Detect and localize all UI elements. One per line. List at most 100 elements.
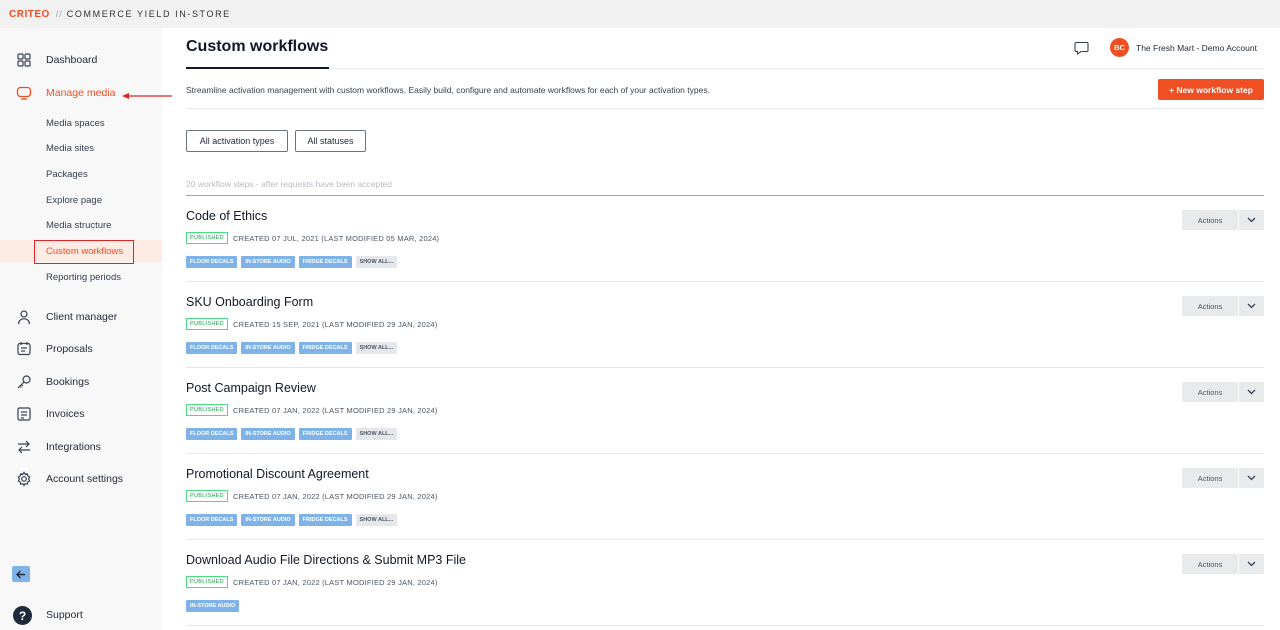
page-title: Custom workflows (186, 38, 329, 55)
tag-list: FLOOR DECALS IN-STORE AUDIO FRIDGE DECAL… (186, 514, 398, 526)
annotation-highlight-box (34, 240, 134, 264)
status-badge: PUBLISHED (186, 404, 228, 416)
sidebar-subitem-media-spaces[interactable]: Media spaces (0, 112, 162, 134)
sidebar-subitem-packages[interactable]: Packages (0, 163, 162, 185)
brand-logo[interactable]: CRITEO (9, 9, 50, 20)
sidebar-item-account-settings[interactable]: Account settings (0, 466, 162, 492)
sidebar-subitem-explore-page[interactable]: Explore page (0, 189, 162, 211)
activation-tag: IN-STORE AUDIO (241, 342, 295, 354)
page-description: Streamline activation management with cu… (186, 85, 710, 95)
annotation-arrow-icon (122, 93, 172, 99)
sidebar-item-label: Integrations (46, 441, 101, 453)
actions-label: Actions (1197, 387, 1223, 397)
sidebar-item-client-manager[interactable]: Client manager (0, 304, 162, 330)
actions-label: Actions (1197, 473, 1223, 483)
activation-tag: IN-STORE AUDIO (241, 514, 295, 526)
new-workflow-step-button[interactable]: + New workflow step (1158, 79, 1264, 100)
show-all-tags-button[interactable]: SHOW ALL... (355, 256, 398, 268)
help-icon[interactable]: ? (13, 606, 32, 625)
sidebar: Dashboard Manage media Media spaces Medi… (0, 28, 172, 630)
workflow-title[interactable]: Post Campaign Review (186, 381, 316, 395)
status-badge: PUBLISHED (186, 318, 228, 330)
actions-dropdown[interactable]: Actions (1182, 382, 1264, 402)
workflow-meta: CREATED 07 JAN, 2022 (LAST MODIFIED 29 J… (233, 492, 438, 501)
top-bar: CRITEO // COMMERCE YIELD IN-STORE (0, 0, 1280, 28)
activation-tag: FLOOR DECALS (186, 514, 238, 526)
sidebar-subitem-label: Media sites (46, 142, 95, 154)
workflow-row: Code of Ethics PUBLISHED CREATED 07 JUL,… (186, 196, 1264, 282)
sidebar-item-label: Invoices (46, 408, 85, 420)
workflow-title[interactable]: Promotional Discount Agreement (186, 467, 369, 481)
grid-icon (17, 53, 31, 67)
actions-label: Actions (1197, 559, 1223, 569)
sidebar-item-label: Account settings (46, 473, 124, 485)
activation-tag: FLOOR DECALS (186, 428, 238, 440)
actions-label: Actions (1197, 215, 1223, 225)
chevron-down-icon (1239, 468, 1264, 488)
chevron-down-icon (1239, 382, 1264, 402)
workflow-title[interactable]: SKU Onboarding Form (186, 295, 313, 309)
swap-arrows-icon (18, 440, 30, 454)
sidebar-item-dashboard[interactable]: Dashboard (0, 47, 162, 73)
sidebar-item-label: Manage media (46, 87, 116, 99)
chevron-down-icon (1239, 554, 1264, 574)
actions-dropdown[interactable]: Actions (1182, 296, 1264, 316)
tag-list: FLOOR DECALS IN-STORE AUDIO FRIDGE DECAL… (186, 256, 398, 268)
arrow-left-icon (16, 570, 25, 578)
description-divider (186, 108, 1264, 109)
activation-tag: FLOOR DECALS (186, 256, 238, 268)
sidebar-item-invoices[interactable]: Invoices (0, 401, 162, 427)
status-badge: PUBLISHED (186, 490, 228, 502)
workflow-meta: CREATED 07 JUL, 2021 (LAST MODIFIED 05 M… (233, 234, 440, 243)
sidebar-subitem-label: Explore page (46, 194, 102, 206)
tag-list: FLOOR DECALS IN-STORE AUDIO FRIDGE DECAL… (186, 428, 398, 440)
actions-dropdown[interactable]: Actions (1182, 468, 1264, 488)
workflow-title[interactable]: Download Audio File Directions & Submit … (186, 553, 466, 567)
sidebar-item-proposals[interactable]: Proposals (0, 336, 162, 362)
account-switcher[interactable]: The Fresh Mart - Demo Account (1136, 43, 1257, 53)
sidebar-item-label: Dashboard (46, 54, 98, 66)
workflow-meta: CREATED 07 JAN, 2022 (LAST MODIFIED 29 J… (233, 406, 438, 415)
workflow-count: 20 workflow steps - after requests have … (186, 179, 393, 189)
activation-tag: IN-STORE AUDIO (186, 600, 240, 612)
sidebar-item-label: Bookings (46, 376, 90, 388)
show-all-tags-button[interactable]: SHOW ALL... (355, 342, 398, 354)
workflow-title[interactable]: Code of Ethics (186, 209, 267, 223)
sidebar-item-label: Proposals (46, 343, 93, 355)
sidebar-subitem-label: Media structure (46, 219, 112, 231)
brand-separator: // (55, 9, 63, 19)
sidebar-subitem-media-structure[interactable]: Media structure (0, 214, 162, 236)
document-chat-icon (17, 342, 31, 356)
activation-type-filter[interactable]: All activation types (186, 130, 288, 152)
header-divider (186, 68, 1264, 69)
chevron-down-icon (1239, 210, 1264, 230)
workflow-meta: CREATED 07 JAN, 2022 (LAST MODIFIED 29 J… (233, 578, 438, 587)
gear-icon (17, 471, 31, 487)
support-link[interactable]: Support (46, 609, 83, 621)
sidebar-subitem-label: Media spaces (46, 117, 105, 129)
actions-dropdown[interactable]: Actions (1182, 554, 1264, 574)
sidebar-item-bookings[interactable]: Bookings (0, 369, 162, 395)
workflow-row: Download Audio File Directions & Submit … (186, 540, 1264, 626)
sidebar-item-label: Client manager (46, 311, 118, 323)
activation-tag: IN-STORE AUDIO (241, 428, 295, 440)
actions-dropdown[interactable]: Actions (1182, 210, 1264, 230)
status-filter[interactable]: All statuses (295, 130, 366, 152)
show-all-tags-button[interactable]: SHOW ALL... (355, 514, 398, 526)
avatar[interactable]: BC (1110, 38, 1129, 57)
sidebar-subitem-media-sites[interactable]: Media sites (0, 137, 162, 159)
product-name: COMMERCE YIELD IN-STORE (66, 9, 231, 19)
user-icon (17, 310, 31, 325)
chat-icon[interactable] (1074, 41, 1089, 55)
activation-tag: FRIDGE DECALS (298, 256, 352, 268)
collapse-sidebar-button[interactable] (12, 566, 30, 582)
monitor-icon (16, 86, 32, 100)
show-all-tags-button[interactable]: SHOW ALL... (355, 428, 398, 440)
sidebar-subitem-reporting-periods[interactable]: Reporting periods (0, 266, 162, 288)
sidebar-subitem-label: Packages (46, 168, 88, 180)
tag-list: FLOOR DECALS IN-STORE AUDIO FRIDGE DECAL… (186, 342, 398, 354)
sidebar-item-integrations[interactable]: Integrations (0, 434, 162, 460)
workflow-row: SKU Onboarding Form PUBLISHED CREATED 15… (186, 282, 1264, 368)
activation-tag: IN-STORE AUDIO (241, 256, 295, 268)
status-badge: PUBLISHED (186, 576, 228, 588)
